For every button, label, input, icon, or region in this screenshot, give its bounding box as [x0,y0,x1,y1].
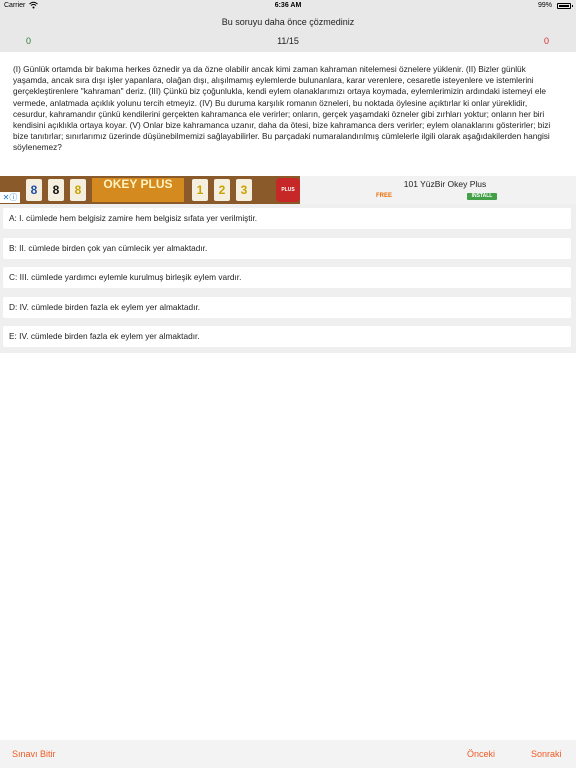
bottom-toolbar: Sınavı Bitir Önceki Sonraki [0,740,576,768]
answer-option-c[interactable]: C: III. cümlede yardımcı eylemle kurulmu… [3,267,571,288]
previous-button[interactable]: Önceki [467,749,495,759]
quiz-header: Bu soruyu daha önce çözmediniz 0 11/15 0 [0,12,576,52]
battery-icon [557,3,573,9]
status-bar: Carrier 6:36 AM 99% [0,0,576,12]
question-progress: 11/15 [277,36,299,46]
ad-close-icon[interactable]: ✕ⓘ [0,192,20,203]
ad-app-icon: PLUS [276,178,300,202]
next-button[interactable]: Sonraki [531,749,562,759]
ad-artwork[interactable]: 8 8 8 OKEY PLUS 1 2 3 ✕ⓘ PLUS [0,176,300,204]
answer-option-a[interactable]: A: I. cümlede hem belgisiz zamire hem be… [3,208,571,229]
ad-free-label: FREE [376,193,393,199]
ad-app-name[interactable]: 101 YüzBir Okey Plus [360,179,530,189]
question-text: (I) Günlük ortamda bir bakıma herkes özn… [13,64,551,153]
ad-logo: OKEY PLUS [92,178,184,202]
question-status-title: Bu soruyu daha önce çözmediniz [221,17,355,27]
answer-list: A: I. cümlede hem belgisiz zamire hem be… [0,204,576,353]
clock: 6:36 AM [274,2,302,9]
ad-tile: 1 [192,179,208,201]
ad-tile: 2 [214,179,230,201]
answer-option-e[interactable]: E: IV. cümlede birden fazla ek eylem yer… [3,326,571,347]
answer-option-b[interactable]: B: II. cümlede birden çok yan cümlecik y… [3,238,571,259]
battery-percentage: 99% [537,2,552,9]
answer-option-d[interactable]: D: IV. cümlede birden fazla ek eylem yer… [3,297,571,318]
ad-tile: 8 [26,179,42,201]
ad-tile: 8 [48,179,64,201]
finish-exam-button[interactable]: Sınavı Bitir [12,749,56,759]
ad-tile: 3 [236,179,252,201]
ad-install-button[interactable]: INSTALL [467,193,497,200]
wrong-count: 0 [543,36,549,46]
ad-tile: 8 [70,179,86,201]
ad-banner[interactable]: 8 8 8 OKEY PLUS 1 2 3 ✕ⓘ PLUS 101 YüzBir… [0,176,576,204]
